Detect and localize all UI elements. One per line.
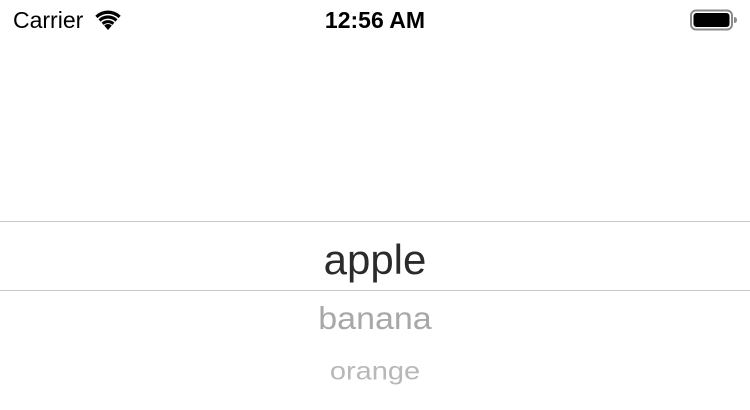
picker-row-banana[interactable]: banana — [0, 303, 750, 334]
status-bar: Carrier 12:56 AM — [0, 0, 750, 40]
battery-icon — [690, 9, 737, 31]
fruit-picker[interactable]: apple banana orange — [0, 180, 750, 410]
selection-indicator-top — [0, 221, 750, 222]
picker-row-apple[interactable]: apple — [0, 239, 750, 281]
app-screen: Carrier 12:56 AM apple banana orange — [0, 0, 750, 410]
picker-row-orange[interactable]: orange — [0, 360, 750, 385]
selection-indicator-bottom — [0, 290, 750, 291]
status-time: 12:56 AM — [324, 7, 426, 33]
